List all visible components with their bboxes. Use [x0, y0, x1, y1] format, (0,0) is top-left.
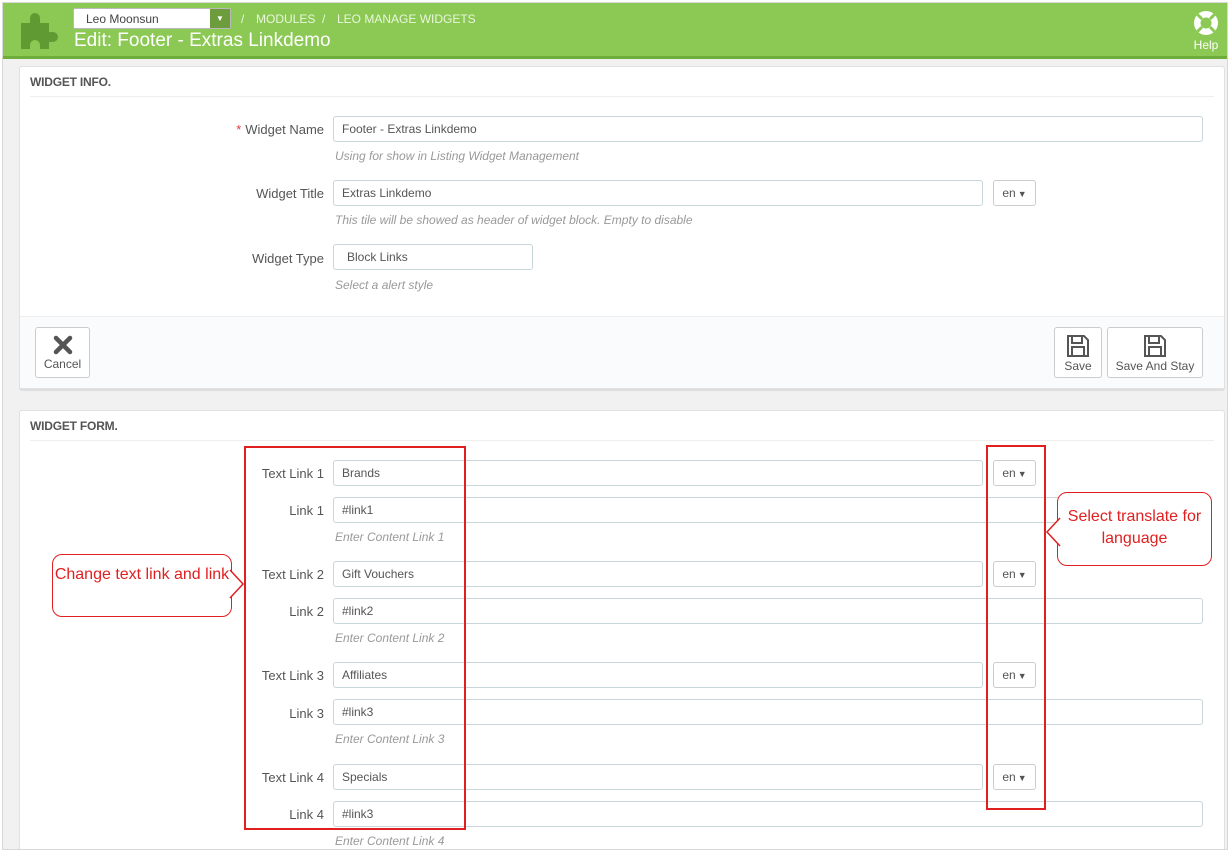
help-button[interactable]: Help — [1191, 9, 1221, 52]
breadcrumb-separator: / — [241, 12, 245, 26]
widget-name-label: * Widget Name — [236, 122, 324, 137]
page-header: Leo Moonsun ▼ / MODULES / LEO MANAGE WID… — [3, 3, 1227, 59]
widget-type-select[interactable]: Block Links — [333, 244, 533, 270]
widget-title-input[interactable] — [333, 180, 983, 206]
callout-tail — [229, 569, 245, 599]
help-label: Help — [1193, 38, 1219, 52]
widget-title-hint: This tile will be showed as header of wi… — [335, 213, 693, 227]
widget-form-heading: WIDGET FORM. — [30, 411, 1214, 441]
widget-name-hint: Using for show in Listing Widget Managem… — [335, 149, 580, 163]
link-4-hint: Enter Content Link 4 — [335, 834, 445, 848]
widget-name-input[interactable] — [333, 116, 1203, 142]
floppy-disk-icon — [1144, 335, 1166, 357]
widget-info-panel: WIDGET INFO. *Widget Name Using for show… — [19, 66, 1225, 389]
breadcrumb-leo-manage-widgets[interactable]: LEO MANAGE WIDGETS — [337, 12, 476, 26]
shop-selector-value: Leo Moonsun — [86, 12, 159, 26]
floppy-disk-icon — [1067, 335, 1089, 357]
cancel-button[interactable]: Cancel — [35, 327, 90, 378]
callout-tail — [1045, 517, 1061, 547]
puzzle-icon — [21, 13, 58, 49]
chevron-down-icon: ▼ — [210, 9, 230, 28]
annotation-callout-change-link: Change text link and link — [52, 554, 232, 617]
breadcrumb-modules[interactable]: MODULES — [256, 12, 315, 26]
annotation-box-language — [986, 445, 1046, 810]
close-icon — [53, 335, 72, 355]
widget-info-toolbar: Cancel Save Save And Stay — [20, 316, 1224, 388]
annotation-callout-select-translate: Select translate for language — [1057, 492, 1212, 566]
lifebuoy-icon — [1194, 11, 1218, 35]
widget-title-language-dropdown[interactable]: en ▼ — [993, 180, 1036, 206]
page-title: Edit: Footer - Extras Linkdemo — [74, 30, 331, 51]
widget-type-hint: Select a alert style — [335, 278, 434, 292]
save-and-stay-button[interactable]: Save And Stay — [1107, 327, 1203, 378]
annotation-box-text-links — [244, 446, 466, 830]
breadcrumb-separator: / — [322, 12, 326, 26]
save-button[interactable]: Save — [1054, 327, 1102, 378]
widget-info-heading: WIDGET INFO. — [30, 67, 1214, 97]
widget-title-label: Widget Title — [256, 186, 324, 201]
widget-type-label: Widget Type — [251, 251, 324, 266]
shop-selector[interactable]: Leo Moonsun ▼ — [73, 8, 231, 29]
